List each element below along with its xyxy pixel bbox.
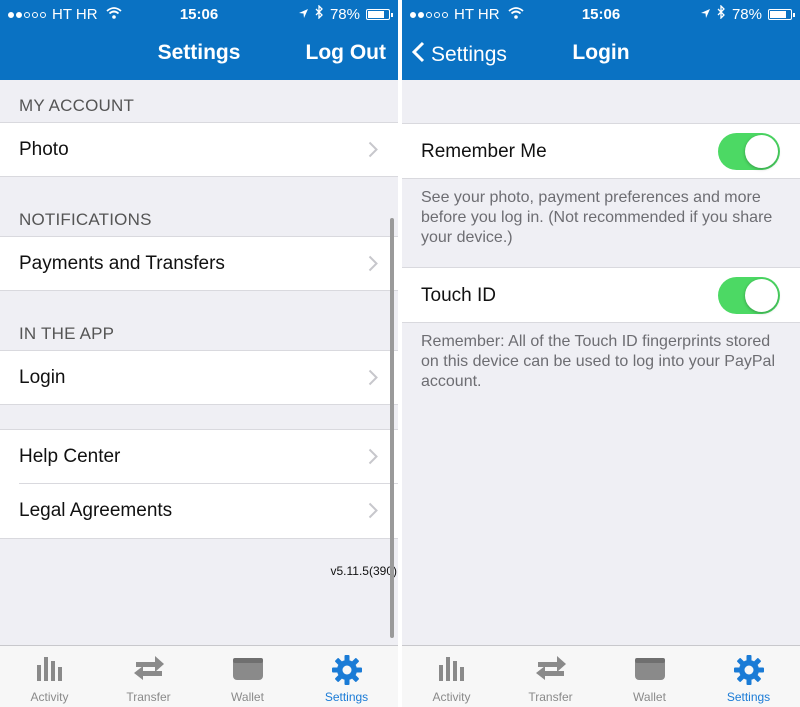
tab-label: Wallet [633,690,666,704]
tab-settings[interactable]: Settings [297,646,396,707]
page-title: Login [572,41,630,64]
activity-bars-icon [35,655,65,684]
row-label: Login [19,367,66,388]
touch-id-description: Remember: All of the Touch ID fingerprin… [421,333,775,390]
toggle-knob [745,279,778,312]
wallet-icon [232,655,264,684]
transfer-arrows-icon [133,655,165,684]
nav-bar: Settings Log Out [0,28,398,80]
touch-id-label: Touch ID [421,285,496,306]
tab-wallet[interactable]: Wallet [600,646,699,707]
nav-bar: Settings Login [402,28,800,80]
chevron-right-icon [368,141,378,164]
tab-transfer[interactable]: Transfer [99,646,198,707]
transfer-arrows-icon [535,655,567,684]
battery-icon [366,8,393,20]
section-header-my-account: MY ACCOUNT [19,96,135,115]
row-label: Legal Agreements [19,500,173,521]
tab-transfer[interactable]: Transfer [501,646,600,707]
row-label: Help Center [19,446,121,467]
tab-label: Wallet [231,690,264,704]
tab-label: Settings [726,690,771,704]
settings-screen: HT HR 15:06 78% Settings Log Out MY ACCO… [0,0,398,707]
battery-percent: 78% [329,5,360,23]
bluetooth-icon [717,4,726,23]
tab-activity[interactable]: Activity [402,646,501,707]
remember-me-description: See your photo, payment preferences and … [421,189,773,246]
tab-label: Activity [30,690,69,704]
gear-icon [733,655,764,688]
legal-agreements-row[interactable]: Legal Agreements [0,484,398,539]
section-header-notifications: NOTIFICATIONS [19,210,152,229]
touch-id-toggle[interactable] [718,277,780,314]
tab-label: Transfer [126,690,171,704]
top-bar: HT HR 15:06 78% Settings Login [402,0,800,80]
location-arrow-icon [700,6,711,23]
tab-label: Transfer [528,690,573,704]
gear-icon [331,655,362,688]
tab-activity[interactable]: Activity [0,646,99,707]
help-center-row[interactable]: Help Center [0,429,398,484]
activity-bars-icon [437,655,467,684]
chevron-right-icon [368,448,378,471]
logout-button[interactable]: Log Out [306,41,386,65]
battery-percent: 78% [731,5,762,23]
tab-bar: Activity Transfer Wallet Settings [402,645,800,707]
toggle-knob [745,135,778,168]
payments-transfers-row[interactable]: Payments and Transfers [0,236,398,291]
touch-id-row: Touch ID [402,267,800,323]
chevron-right-icon [368,502,378,525]
location-arrow-icon [298,6,309,23]
section-header-in-the-app: IN THE APP [19,324,115,343]
status-bar: HT HR 15:06 78% [0,0,398,28]
tab-settings[interactable]: Settings [699,646,798,707]
status-right: 78% [700,4,795,23]
status-right: 78% [298,4,393,23]
remember-me-row: Remember Me [402,123,800,179]
remember-me-label: Remember Me [421,141,547,162]
tab-label: Activity [432,690,471,704]
tab-label: Settings [324,690,369,704]
app-version: v5.11.5(390) [330,564,398,578]
battery-icon [768,8,795,20]
wallet-icon [634,655,666,684]
chevron-right-icon [368,255,378,278]
login-row[interactable]: Login [0,350,398,405]
photo-row[interactable]: Photo [0,122,398,177]
row-label: Photo [19,139,69,160]
remember-me-toggle[interactable] [718,133,780,170]
tab-wallet[interactable]: Wallet [198,646,297,707]
login-settings-screen: HT HR 15:06 78% Settings Login Remember … [402,0,800,707]
chevron-right-icon [368,369,378,392]
top-bar: HT HR 15:06 78% Settings Log Out [0,0,398,80]
status-bar: HT HR 15:06 78% [402,0,800,28]
tab-bar: Activity Transfer Wallet Settings [0,645,398,707]
scrollbar[interactable] [390,218,394,638]
row-label: Payments and Transfers [19,253,225,274]
bluetooth-icon [315,4,324,23]
